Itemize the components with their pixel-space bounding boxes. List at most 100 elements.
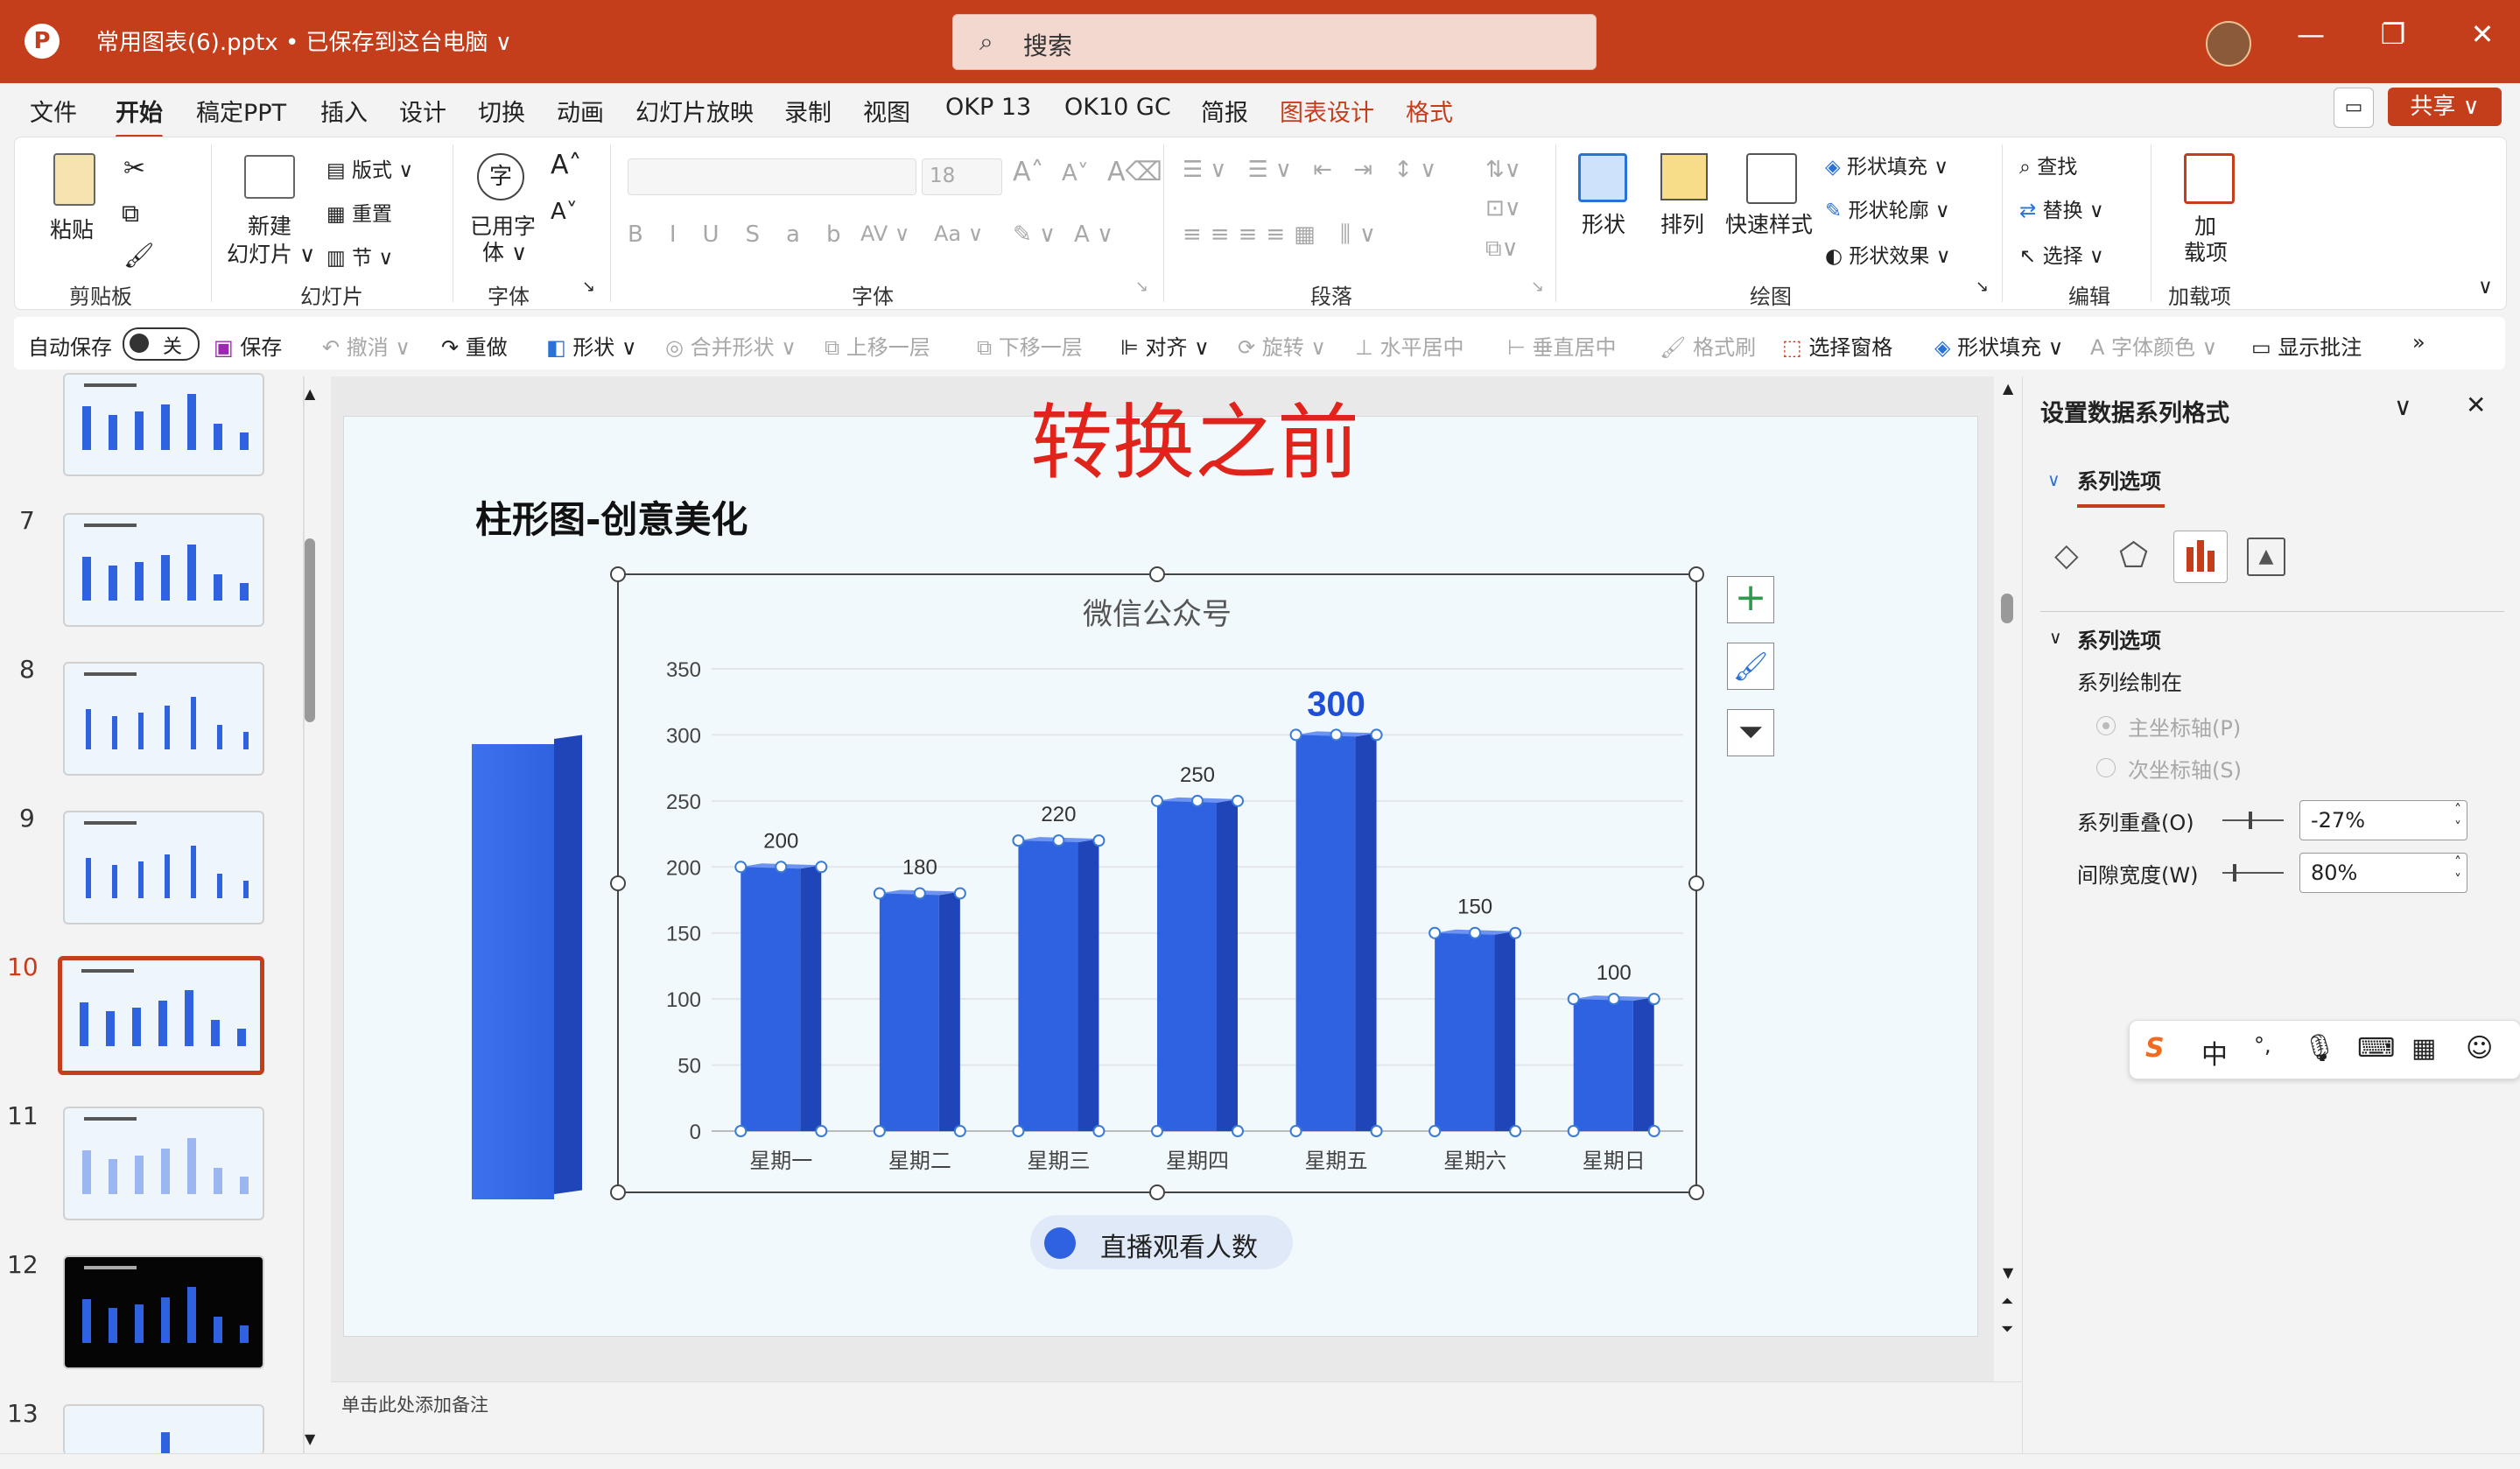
dialog-launcher-icon[interactable]: ↘	[1135, 278, 1148, 296]
column-chart[interactable]: 微信公众号 0 50 100 150 200 250 300 350 200 星期一 180 星期二 22…	[344, 417, 1977, 1336]
tab-transitions[interactable]: 切换	[478, 94, 525, 128]
undo-button[interactable]: ↶ 撤消 ∨	[322, 330, 411, 361]
chart-legend[interactable]: 直播观看人数	[1030, 1215, 1293, 1269]
center-h-button[interactable]: ⊥ 水平居中	[1355, 330, 1464, 361]
ime-toolbar[interactable]: S 中 °, 🎙 ⌨ ▦ ☺	[2129, 1020, 2520, 1079]
slide-canvas[interactable]: 转换之前 柱形图-创意美化 微信公众号 0 50 100 150 200 250 300 350…	[343, 396, 1978, 1337]
series-options-tab[interactable]: 系列选项	[2077, 464, 2161, 495]
center-v-button[interactable]: ⊢ 垂直居中	[1507, 330, 1617, 361]
series-overlap-input[interactable]: -27% ˄ ˅	[2299, 800, 2467, 840]
sogou-logo-icon[interactable]: S	[2145, 1033, 2165, 1064]
tab-chart-design[interactable]: 图表设计	[1280, 94, 1374, 128]
scroll-down-icon[interactable]: ▼	[305, 1430, 315, 1447]
skin-icon[interactable]: ☺	[2466, 1033, 2493, 1064]
slide-thumbnail[interactable]	[63, 811, 264, 924]
quick-styles-button[interactable]: 快速样式	[1725, 207, 1813, 239]
save-button[interactable]: ▣ 保存	[214, 330, 282, 361]
fill-line-icon[interactable]: ◇	[2054, 538, 2079, 573]
slide-thumbnail-panel[interactable]: 7 8 9 10 11 12 13 ▲ ▼	[0, 373, 315, 1455]
editor-scroll-thumb[interactable]	[2001, 594, 2013, 623]
find-button[interactable]: ⌕ 查找	[2019, 150, 2077, 179]
tab-animations[interactable]: 动画	[557, 94, 604, 128]
merge-shapes-button[interactable]: ◎ 合并形状 ∨	[665, 330, 797, 361]
notes-pane[interactable]: 单击此处添加备注	[331, 1381, 2024, 1445]
tab-slideshow[interactable]: 幻灯片放映	[635, 94, 754, 128]
shape-fill-button[interactable]: ◈ 形状填充 ∨	[1825, 150, 1948, 179]
used-fonts-icon[interactable]: 字	[477, 153, 524, 200]
next-slide-icon[interactable]: ⏷	[2001, 1320, 2013, 1339]
addins-icon[interactable]	[2184, 153, 2235, 204]
arrange-icon[interactable]	[1660, 153, 1708, 200]
cut-icon[interactable]: ✂	[123, 153, 145, 184]
gap-width-slider[interactable]	[2222, 864, 2284, 882]
shapes-button[interactable]: 形状	[1582, 207, 1625, 239]
series-options-icon[interactable]	[2173, 531, 2228, 583]
paste-icon[interactable]	[53, 153, 95, 206]
slide-thumbnail[interactable]	[63, 1404, 264, 1455]
pane-close-icon[interactable]: ✕	[2466, 390, 2486, 419]
quick-styles-icon[interactable]	[1746, 153, 1797, 204]
primary-axis-radio[interactable]	[2096, 716, 2116, 735]
shape-outline-button[interactable]: ✎ 形状轮廓 ∨	[1825, 193, 1950, 223]
arrange-button[interactable]: 排列	[1660, 207, 1704, 239]
toolbox-grid-icon[interactable]: ▦	[2411, 1033, 2436, 1064]
tab-brief[interactable]: 简报	[1201, 94, 1248, 128]
bring-forward-button[interactable]: ⧉ 上移一层	[825, 330, 930, 361]
align-icons[interactable]: ≡≡≡≡▦ ⫼∨	[1183, 221, 1385, 249]
chevron-down-icon[interactable]: ∨	[2049, 627, 2062, 648]
tab-insert[interactable]: 插入	[320, 94, 368, 128]
gap-width-input[interactable]: 80% ˄ ˅	[2299, 853, 2467, 893]
slide-thumbnail[interactable]	[63, 373, 264, 476]
select-button[interactable]: ↖ 选择 ∨	[2019, 239, 2104, 269]
clear-format-icon[interactable]: A⌫	[1107, 157, 1162, 187]
send-backward-button[interactable]: ⧉ 下移一层	[977, 330, 1083, 361]
avatar[interactable]	[2206, 21, 2251, 67]
chart-elements-button[interactable]: +	[1727, 576, 1774, 623]
document-title[interactable]: 常用图表(6).pptx • 已保存到这台电脑 ∨	[96, 25, 512, 57]
tab-file[interactable]: 文件	[30, 94, 77, 128]
font-name-combo[interactable]	[628, 158, 916, 195]
thumbnail-scrollbar[interactable]	[305, 538, 315, 722]
dialog-launcher-icon[interactable]: ↘	[1531, 278, 1544, 296]
slide-thumbnail[interactable]	[63, 513, 264, 627]
autosave-toggle[interactable]: 关	[123, 327, 200, 361]
align-button[interactable]: ⊫ 对齐 ∨	[1120, 330, 1210, 361]
reset-button[interactable]: ▦ 重置	[326, 197, 392, 227]
effects-pentagon-icon[interactable]: ⬠	[2119, 536, 2148, 574]
section-button[interactable]: ▥ 节 ∨	[326, 241, 393, 271]
scroll-up-icon[interactable]: ▲	[305, 385, 315, 402]
slide-thumbnail[interactable]	[63, 1255, 264, 1369]
share-button[interactable]: 共享 ∨	[2388, 88, 2502, 126]
collapse-ribbon-icon[interactable]: ∨	[2478, 276, 2493, 299]
format-painter-qat-button[interactable]: 🖌 格式刷	[1660, 330, 1756, 361]
tab-design[interactable]: 设计	[399, 94, 446, 128]
slide-thumbnail-selected[interactable]	[58, 956, 264, 1075]
more-button[interactable]: »	[2412, 330, 2425, 355]
series-options-section[interactable]: 系列选项	[2077, 623, 2161, 654]
shrink-font-icon[interactable]: A˅	[1062, 160, 1089, 186]
redo-button[interactable]: ↷ 重做	[441, 330, 508, 361]
scroll-down-icon[interactable]: ▼	[2003, 1264, 2013, 1281]
shapes-icon[interactable]	[1578, 153, 1627, 202]
font-color-icon[interactable]: A ∨	[1074, 221, 1113, 248]
dialog-launcher-icon[interactable]: ↘	[1976, 278, 1989, 296]
picture-icon[interactable]: ▲	[2247, 538, 2285, 576]
close-button[interactable]: ✕	[2456, 18, 2509, 51]
font-color-qat-button[interactable]: A 字体颜色 ∨	[2090, 330, 2217, 361]
tab-okp13[interactable]: OKP 13	[945, 94, 1031, 121]
tab-view[interactable]: 视图	[863, 94, 910, 128]
secondary-axis-radio[interactable]	[2096, 758, 2116, 777]
dialog-launcher-icon[interactable]: ↘	[582, 278, 595, 296]
list-icons[interactable]: ☰∨ ☰∨ ⇤ ⇥ ↕∨	[1183, 157, 1443, 183]
tab-ok10gc[interactable]: OK10 GC	[1064, 94, 1171, 121]
shape-qat-button[interactable]: ◧ 形状 ∨	[546, 330, 637, 361]
chart-styles-brush-icon[interactable]: 🖌	[1727, 643, 1774, 690]
series-overlap-slider[interactable]	[2222, 812, 2284, 829]
paste-button[interactable]: 粘贴	[50, 213, 94, 244]
layout-button[interactable]: ▤ 版式 ∨	[326, 153, 413, 183]
font-size-combo[interactable]: 18	[922, 158, 1002, 195]
new-slide-icon[interactable]	[244, 155, 295, 199]
editor-scrollbar[interactable]: ▲ ▼ ⏶ ⏷	[1997, 376, 2022, 1381]
used-fonts-dropdown[interactable]: 体 ∨	[482, 235, 527, 267]
shape-effects-button[interactable]: ◐ 形状效果 ∨	[1825, 239, 1951, 269]
